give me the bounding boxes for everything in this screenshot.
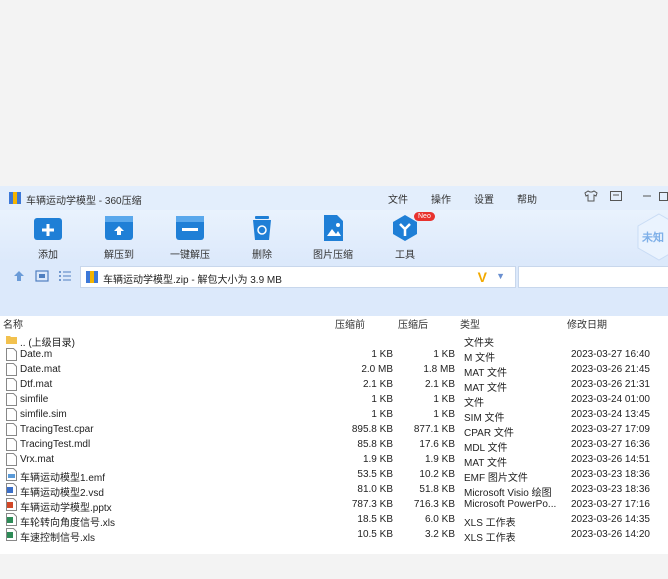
add-button[interactable]: 添加: [18, 214, 78, 261]
title-bar: 车辆运动学模型 - 360压缩 文件 操作 设置 帮助: [0, 186, 668, 210]
add-icon: [34, 218, 62, 240]
list-item[interactable]: TracingTest.mdl 85.8 KB 17.6 KB MDL 文件 2…: [0, 437, 668, 454]
image-compress-button[interactable]: 图片压缩: [303, 214, 363, 261]
image-compress-label: 图片压缩: [313, 250, 353, 261]
image-file-icon: [6, 468, 17, 481]
file-list: .. (上级目录) 文件夹 Date.m 1 KB 1 KB M 文件 2023…: [0, 332, 668, 544]
chevron-down-icon[interactable]: ▼: [496, 271, 505, 281]
path-field[interactable]: 车辆运动学模型.zip - 解包大小为 3.9 MB V ▼: [80, 266, 516, 288]
powerpoint-icon: [6, 498, 17, 511]
minimize-icon[interactable]: [641, 189, 653, 206]
maximize-icon[interactable]: [658, 189, 668, 206]
window-title: 车辆运动学模型 - 360压缩: [26, 196, 142, 207]
col-name[interactable]: 名称: [3, 316, 23, 331]
list-item[interactable]: .. (上级目录) 文件夹: [0, 332, 668, 349]
list-item[interactable]: simfile.sim 1 KB 1 KB SIM 文件 2023-03-24 …: [0, 407, 668, 424]
toolbar: 添加 解压到 一键解压 删除 图片压缩 Neo 工具 未知: [0, 210, 668, 262]
list-item[interactable]: 车辆运动模型2.vsd 81.0 KB 51.8 KB Microsoft Vi…: [0, 482, 668, 499]
archive-window: 车辆运动学模型 - 360压缩 文件 操作 设置 帮助 添加 解压到 一键解压 …: [0, 186, 668, 554]
list-item[interactable]: Date.m 1 KB 1 KB M 文件 2023-03-27 16:40: [0, 347, 668, 364]
visio-icon: [6, 483, 17, 496]
list-item[interactable]: TracingTest.cpar 895.8 KB 877.1 KB CPAR …: [0, 422, 668, 439]
tools-label: 工具: [395, 250, 415, 261]
menu-file[interactable]: 文件: [388, 191, 408, 206]
list-item[interactable]: Date.mat 2.0 MB 1.8 MB MAT 文件 2023-03-26…: [0, 362, 668, 379]
list-item[interactable]: 车速控制信号.xls 10.5 KB 3.2 KB XLS 工作表 2023-0…: [0, 527, 668, 544]
extract-to-icon: [105, 216, 133, 240]
delete-label: 删除: [252, 250, 272, 261]
col-type[interactable]: 类型: [460, 316, 480, 331]
menu-operation[interactable]: 操作: [431, 191, 451, 206]
one-click-extract-label: 一键解压: [170, 250, 210, 261]
tools-button[interactable]: Neo 工具: [375, 212, 435, 261]
file-icon: [6, 423, 17, 436]
shirt-icon[interactable]: [584, 189, 598, 206]
excel-icon: [6, 513, 17, 526]
list-view-icon[interactable]: [58, 269, 72, 283]
list-item[interactable]: Vrx.mat 1.9 KB 1.9 KB MAT 文件 2023-03-26 …: [0, 452, 668, 469]
one-click-extract-button[interactable]: 一键解压: [160, 214, 220, 261]
list-item[interactable]: 车辆运动学模型.pptx 787.3 KB 716.3 KB Microsoft…: [0, 497, 668, 514]
archive-path: 车辆运动学模型.zip - 解包大小为 3.9 MB: [103, 275, 282, 286]
col-size[interactable]: 压缩前: [335, 316, 365, 331]
list-item[interactable]: 车辆运动模型1.emf 53.5 KB 10.2 KB EMF 图片文件 202…: [0, 467, 668, 484]
list-item[interactable]: simfile 1 KB 1 KB 文件 2023-03-24 01:00: [0, 392, 668, 409]
extract-to-label: 解压到: [104, 250, 134, 261]
column-header: 名称 压缩前 压缩后 类型 修改日期: [0, 316, 668, 331]
menu-settings[interactable]: 设置: [474, 191, 494, 206]
file-icon: [6, 408, 17, 421]
search-input[interactable]: [518, 266, 668, 288]
side-panel-badge[interactable]: 未知: [636, 212, 668, 262]
archive-icon: [86, 271, 98, 283]
image-compress-icon: [324, 215, 343, 241]
one-click-extract-icon: [176, 216, 204, 240]
app-icon: [9, 192, 21, 204]
new-badge: Neo: [414, 212, 435, 221]
menu-help[interactable]: 帮助: [517, 191, 537, 206]
list-item[interactable]: Dtf.mat 2.1 KB 2.1 KB MAT 文件 2023-03-26 …: [0, 377, 668, 394]
v-logo-icon[interactable]: V: [478, 269, 487, 285]
file-icon: [6, 438, 17, 451]
file-icon: [6, 348, 17, 361]
excel-icon: [6, 528, 17, 541]
list-item[interactable]: 车轮转向角度信号.xls 18.5 KB 6.0 KB XLS 工作表 2023…: [0, 512, 668, 529]
file-icon: [6, 363, 17, 376]
folder-icon: [6, 336, 17, 344]
col-compressed[interactable]: 压缩后: [398, 316, 428, 331]
up-arrow-icon[interactable]: [12, 269, 26, 283]
side-panel-label: 未知: [642, 232, 664, 244]
file-icon: [6, 378, 17, 391]
add-label: 添加: [38, 250, 58, 261]
delete-icon: [253, 216, 271, 240]
message-icon[interactable]: [609, 189, 623, 206]
thumbnail-view-icon[interactable]: [35, 269, 49, 283]
address-bar: 车辆运动学模型.zip - 解包大小为 3.9 MB V ▼: [0, 262, 668, 320]
file-icon: [6, 453, 17, 466]
file-icon: [6, 393, 17, 406]
delete-button[interactable]: 删除: [232, 214, 292, 261]
extract-to-button[interactable]: 解压到: [89, 214, 149, 261]
col-modified[interactable]: 修改日期: [567, 316, 607, 331]
